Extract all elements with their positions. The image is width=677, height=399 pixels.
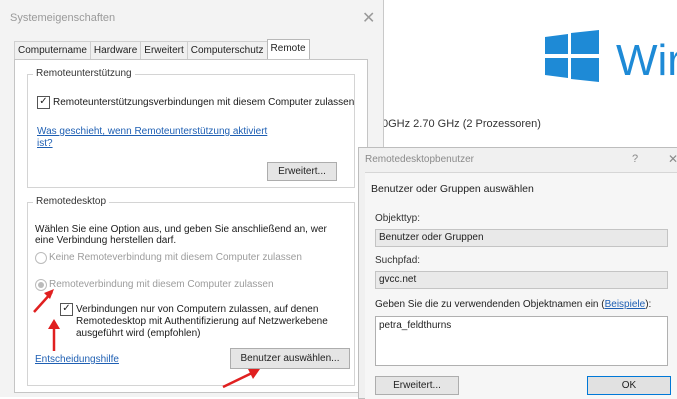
object-names-label-suffix: ): <box>645 299 652 310</box>
processor-info: 0GHz 2.70 GHz (2 Prozessoren) <box>382 118 541 130</box>
search-path-field: gvcc.net <box>375 271 668 289</box>
windows-logo-text: Wir <box>616 36 677 85</box>
tab-remote[interactable]: Remote <box>266 39 310 61</box>
object-names-label: Geben Sie die zu verwendenden Objektname… <box>375 299 651 310</box>
object-names-input[interactable]: petra_feldthurns <box>375 316 668 366</box>
tab-computerschutz[interactable]: Computerschutz <box>186 41 268 60</box>
annotation-arrow-icon <box>33 289 54 313</box>
annotation-arrow-icon <box>48 319 60 351</box>
remote-desktop-intro-line1: Wählen Sie eine Option aus, und geben Si… <box>35 224 327 235</box>
windows-logo-icon <box>545 30 599 82</box>
remote-assistance-checkbox-label: Remoteunterstützungsverbindungen mit die… <box>53 97 355 108</box>
object-names-label-prefix: Geben Sie die zu verwendenden Objektname… <box>375 299 605 310</box>
nla-label-line3: ausgeführt wird (empfohlen) <box>76 328 201 339</box>
remote-assistance-checkbox[interactable]: ✓ <box>37 96 50 109</box>
close-icon[interactable]: ✕ <box>362 8 375 28</box>
remote-desktop-users-dialog: Remotedesktopbenutzer ? ✕ Benutzer oder … <box>358 147 677 399</box>
remote-tab-panel: Remoteunterstützung ✓ Remoteunterstützun… <box>14 59 368 393</box>
search-path-label: Suchpfad: <box>375 255 421 266</box>
rdu-title: Remotedesktopbenutzer <box>365 154 474 165</box>
nla-checkbox[interactable]: ✓ <box>60 303 73 316</box>
nla-label-line2: Remotedesktop mit Authentifizierung auf … <box>76 316 328 327</box>
disallow-remote-radio[interactable] <box>35 252 47 264</box>
tab-computername[interactable]: Computername <box>14 41 91 60</box>
object-type-label: Objekttyp: <box>375 213 421 224</box>
help-icon[interactable]: ? <box>632 153 638 165</box>
examples-link[interactable]: Beispiele <box>605 299 646 310</box>
dialog-title: Systemeigenschaften <box>10 12 116 24</box>
ok-button[interactable]: OK <box>587 376 671 395</box>
remote-assistance-legend: Remoteunterstützung <box>33 68 135 79</box>
remote-assistance-help-link-line2[interactable]: ist? <box>37 138 53 149</box>
tab-hardware[interactable]: Hardware <box>89 41 142 60</box>
tab-bar: Computername Hardware Erweitert Computer… <box>14 39 310 61</box>
decision-help-link[interactable]: Entscheidungshilfe <box>35 354 119 365</box>
select-users-subtitle: Benutzer oder Gruppen auswählen <box>371 183 534 195</box>
advanced-search-button[interactable]: Erweitert... <box>375 376 459 395</box>
remote-desktop-legend: Remotedesktop <box>33 196 110 207</box>
remote-assistance-advanced-button[interactable]: Erweitert... <box>267 162 337 181</box>
object-type-field: Benutzer oder Gruppen <box>375 229 668 247</box>
remote-desktop-intro-line2: eine Verbindung herstellen darf. <box>35 235 177 246</box>
nla-label-line1: Verbindungen nur von Computern zulassen,… <box>76 304 319 315</box>
disallow-remote-label: Keine Remoteverbindung mit diesem Comput… <box>49 252 302 263</box>
close-icon[interactable]: ✕ <box>668 152 677 166</box>
tab-erweitert[interactable]: Erweitert <box>140 41 188 60</box>
select-users-content: Benutzer oder Gruppen auswählen Objektty… <box>365 172 677 399</box>
annotation-arrow-icon <box>222 369 260 389</box>
remote-assistance-help-link-line1[interactable]: Was geschieht, wenn Remoteunterstützung … <box>37 126 267 137</box>
allow-remote-label: Remoteverbindung mit diesem Computer zul… <box>49 279 274 290</box>
